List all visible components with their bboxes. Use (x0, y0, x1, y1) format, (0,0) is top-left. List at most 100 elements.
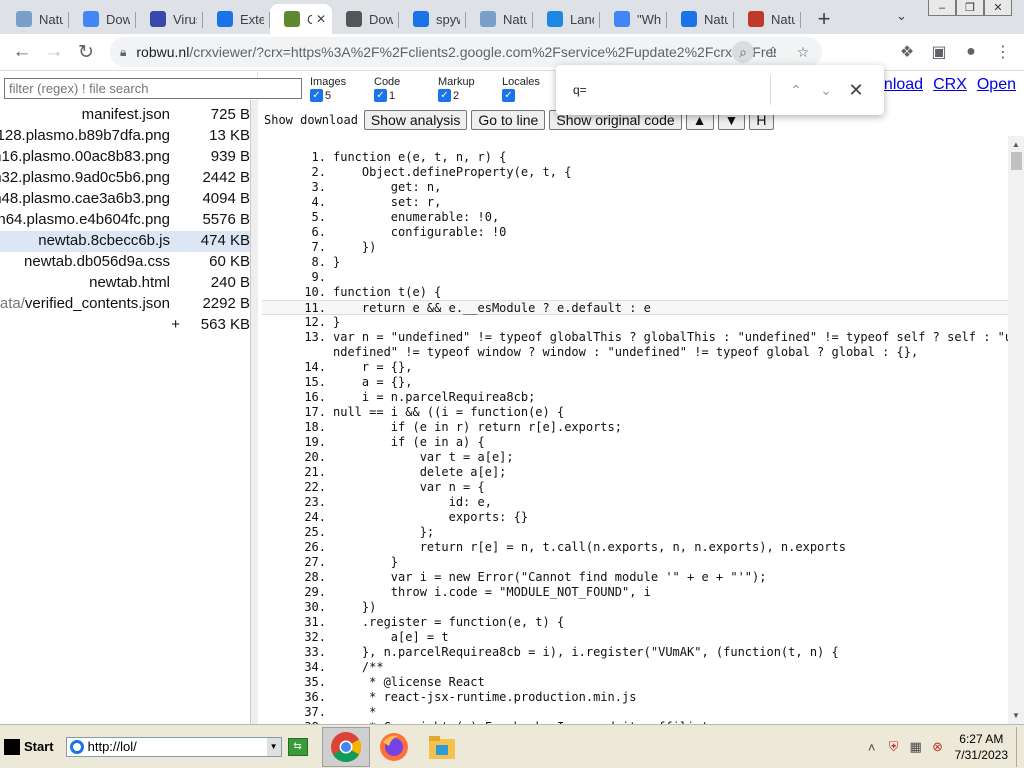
tab-8[interactable]: Land (533, 4, 600, 34)
tray-network-icon[interactable]: ▦ (905, 739, 927, 755)
file-name[interactable]: n128.plasmo.b89b7dfa.png (0, 127, 170, 144)
file-name[interactable]: newtab.8cbecc6b.js (38, 232, 170, 249)
line-text: }) (333, 600, 377, 614)
file-name[interactable]: n48.plasmo.cae3a6b3.png (0, 190, 170, 207)
address-dropdown-icon[interactable]: ▼ (266, 737, 281, 756)
url-text[interactable]: robwu.nl/crxviewer/?crx=https%3A%2F%2Fcl… (136, 44, 776, 60)
show-desktop-button[interactable] (1016, 727, 1024, 767)
taskbar-chrome-app[interactable] (321, 726, 370, 767)
reload-icon[interactable]: ↻ (70, 36, 102, 68)
tab-10[interactable]: Natu (667, 4, 734, 34)
tab-3[interactable]: Exter (203, 4, 270, 34)
taskbar-firefox-app[interactable] (370, 727, 418, 767)
file-row[interactable]: newtab.db056d9a.css 60 KB (0, 252, 250, 273)
search-icon (413, 11, 429, 27)
maximize-button[interactable]: ❐ (956, 0, 984, 16)
file-name[interactable]: data/verified_contents.json (0, 295, 170, 312)
category-checkbox[interactable]: ✓ (438, 89, 451, 102)
category-checkbox[interactable]: ✓ (502, 89, 515, 102)
category-checkbox[interactable]: ✓ (374, 89, 387, 102)
total-plus[interactable]: + (171, 316, 180, 333)
show-download-label[interactable]: Show download (264, 113, 358, 127)
line-number: 35. (304, 675, 326, 689)
forward-arrow-icon[interactable]: → (38, 36, 70, 68)
line-number: 21. (304, 465, 326, 479)
profile-avatar-icon[interactable]: ● (958, 37, 984, 67)
go-to-line-button[interactable]: Go to line (471, 110, 546, 130)
close-window-button[interactable]: ✕ (984, 0, 1012, 16)
show-analysis-button[interactable]: Show analysis (363, 110, 468, 130)
side-panel-icon[interactable]: ▣ (926, 37, 952, 67)
new-tab-button[interactable]: + (809, 4, 839, 34)
find-icon[interactable]: ⌕ (732, 41, 754, 63)
back-arrow-icon[interactable]: ← (6, 36, 38, 68)
file-row[interactable]: manifest.json 725 B (0, 105, 250, 126)
file-row[interactable]: data/verified_contents.json 2292 B (0, 294, 250, 315)
tray-security-icon[interactable]: ⛨ (883, 739, 905, 755)
find-close-icon[interactable]: ✕ (841, 80, 871, 101)
start-button[interactable]: Start (0, 732, 60, 762)
tab-5[interactable]: Dow (332, 4, 399, 34)
go-arrows-icon[interactable]: ⇆ (287, 737, 308, 756)
tray-chevron-up-icon[interactable]: ˄ (861, 740, 883, 755)
file-name[interactable]: on16.plasmo.00ac8b83.png (0, 148, 170, 165)
panel-resize-handle[interactable] (250, 100, 258, 724)
file-name[interactable]: newtab.html (89, 274, 170, 291)
file-row[interactable]: newtab.html 240 B (0, 273, 250, 294)
menu-kebab-icon[interactable]: ⋮ (990, 37, 1016, 67)
file-row[interactable]: n48.plasmo.cae3a6b3.png 4094 B (0, 189, 250, 210)
share-icon[interactable]: ⇧ (762, 41, 784, 63)
bookmark-star-icon[interactable]: ☆ (792, 41, 814, 63)
tab-6[interactable]: spyw (399, 4, 466, 34)
tab-2[interactable]: Virus (136, 4, 203, 34)
file-name[interactable]: manifest.json (82, 106, 170, 123)
taskbar-address-text[interactable]: http://lol/ (88, 739, 267, 754)
address-bar[interactable]: 🔒︎ robwu.nl/crxviewer/?crx=https%3A%2F%2… (110, 37, 822, 67)
file-row[interactable]: newtab.8cbecc6b.js 474 KB (0, 231, 250, 252)
minimize-button[interactable]: – (928, 0, 956, 16)
taskbar-address-bar[interactable]: http://lol/ ▼ (65, 736, 282, 757)
tab-4[interactable]: C ✕ (270, 4, 332, 34)
extensions-puzzle-icon[interactable]: ❖ (894, 37, 920, 67)
file-name[interactable]: on64.plasmo.e4b604fc.png (0, 211, 170, 228)
taskbar-clock[interactable]: 6:27 AM 7/31/2023 (955, 731, 1008, 763)
category-checkbox[interactable]: ✓ (310, 89, 323, 102)
line-number: 8. (311, 255, 326, 269)
file-row[interactable]: on64.plasmo.e4b604fc.png 5576 B (0, 210, 250, 231)
file-row[interactable]: n32.plasmo.9ad0c5b6.png 2442 B (0, 168, 250, 189)
tab-1[interactable]: Dow (69, 4, 136, 34)
tray-volume-muted-icon[interactable]: ⊗ (927, 739, 949, 755)
line-number: 9. (311, 270, 326, 284)
file-row[interactable]: on16.plasmo.00ac8b83.png 939 B (0, 147, 250, 168)
code-viewer[interactable]: 1. function e(e, t, n, r) {2. Object.defi… (262, 136, 1008, 724)
tab-0[interactable]: Natu (2, 4, 69, 34)
tab-title: Natu (704, 11, 728, 27)
tab-close-icon[interactable]: ✕ (312, 12, 326, 26)
lock-icon[interactable]: 🔒︎ (120, 45, 126, 60)
crx-link[interactable]: CRX (933, 76, 967, 94)
find-input[interactable]: q= (573, 83, 773, 97)
scroll-up-icon[interactable]: ▲ (1012, 140, 1020, 149)
tab-11[interactable]: Natu (734, 4, 801, 34)
file-name[interactable]: n32.plasmo.9ad0c5b6.png (0, 169, 170, 186)
file-name[interactable]: newtab.db056d9a.css (24, 253, 170, 270)
line-text: }; (333, 525, 435, 539)
line-text: null == i && ((i = function(e) { (333, 405, 565, 419)
taskbar-explorer-app[interactable] (418, 727, 466, 767)
open-link[interactable]: Open (977, 76, 1016, 94)
tab-7[interactable]: Natu (466, 4, 533, 34)
tab-search-chevron-icon[interactable]: ⌄ (896, 8, 907, 24)
file-row[interactable]: n128.plasmo.b89b7dfa.png 13 KB (0, 126, 250, 147)
category-count: 1 (389, 89, 396, 102)
find-next-chevron-icon[interactable]: ⌄ (811, 82, 841, 99)
file-filter-input[interactable] (4, 78, 302, 99)
find-previous-chevron-icon[interactable]: ⌃ (781, 82, 811, 99)
tab-9[interactable]: "Wh (600, 4, 667, 34)
code-line: 21. delete a[e]; (262, 465, 1008, 480)
file-size: 4094 B (202, 190, 250, 207)
scrollbar-thumb[interactable] (1011, 152, 1022, 170)
code-scrollbar[interactable]: ▲ ▼ (1008, 136, 1024, 724)
scroll-down-icon[interactable]: ▼ (1012, 711, 1020, 720)
category-count: 5 (325, 89, 332, 102)
flag-icon (748, 11, 764, 27)
